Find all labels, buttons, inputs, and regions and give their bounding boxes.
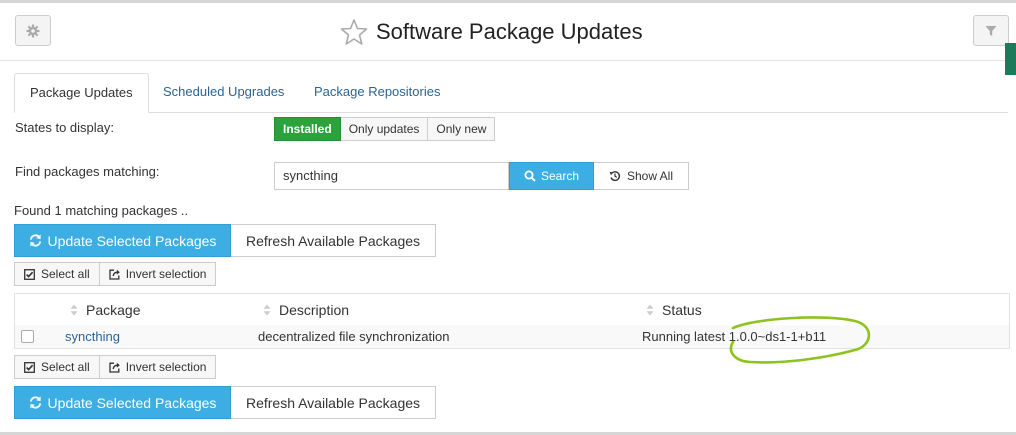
bottom-action-group: Update Selected Packages Refresh Availab…	[14, 386, 436, 419]
bottom-selection-group: Select all Invert selection	[14, 355, 217, 379]
module-config-button[interactable]	[15, 15, 51, 46]
update-selected-label: Update Selected Packages	[47, 394, 217, 411]
highlight-annotation	[729, 316, 871, 364]
package-description: decentralized file synchronization	[258, 329, 450, 344]
search-icon	[524, 170, 536, 182]
column-header-status[interactable]: Status	[646, 294, 702, 325]
states-label: States to display:	[15, 120, 114, 135]
tab-package-repositories[interactable]: Package Repositories	[299, 73, 455, 112]
show-all-label: Show All	[626, 169, 674, 183]
column-label-package: Package	[86, 301, 141, 318]
share-square-icon	[109, 362, 120, 373]
column-label-status: Status	[662, 301, 702, 318]
checkbox-checked-icon	[24, 268, 35, 280]
state-only-new-button[interactable]: Only new	[428, 117, 496, 141]
refresh-available-button-bottom[interactable]: Refresh Available Packages	[231, 386, 436, 419]
update-selected-label: Update Selected Packages	[47, 232, 217, 249]
sort-icon	[263, 304, 271, 315]
refresh-icon	[29, 396, 41, 409]
refresh-available-button[interactable]: Refresh Available Packages	[231, 224, 436, 257]
invert-selection-button[interactable]: Invert selection	[99, 262, 217, 286]
row-checkbox[interactable]	[21, 330, 34, 343]
invert-selection-button-bottom[interactable]: Invert selection	[99, 355, 217, 379]
share-square-icon	[109, 269, 120, 280]
states-toggle-group: Installed Only updates Only new	[274, 117, 496, 141]
history-icon	[609, 171, 621, 182]
invert-selection-label: Invert selection	[125, 267, 207, 281]
page-header: Software Package Updates	[0, 3, 1016, 61]
column-label-description: Description	[279, 301, 350, 318]
search-button-label: Search	[540, 169, 580, 183]
filter-icon	[985, 25, 997, 36]
top-selection-group: Select all Invert selection	[14, 262, 217, 286]
package-name-link[interactable]: syncthing	[65, 325, 120, 348]
column-header-description[interactable]: Description	[263, 294, 349, 325]
state-installed-button[interactable]: Installed	[274, 117, 341, 141]
tab-scheduled-upgrades[interactable]: Scheduled Upgrades	[148, 73, 299, 112]
find-label: Find packages matching:	[15, 164, 160, 179]
select-all-button-bottom[interactable]: Select all	[14, 355, 100, 379]
side-panel-tab[interactable]	[1005, 43, 1016, 75]
result-count-text: Found 1 matching packages ..	[14, 203, 189, 218]
select-all-button[interactable]: Select all	[14, 262, 100, 286]
filter-button[interactable]	[973, 15, 1009, 46]
invert-selection-label: Invert selection	[125, 360, 207, 374]
star-icon[interactable]	[340, 18, 368, 46]
column-header-package[interactable]: Package	[70, 294, 140, 325]
title-area: Software Package Updates	[340, 16, 643, 48]
state-only-updates-button[interactable]: Only updates	[340, 117, 429, 141]
gear-icon	[26, 24, 40, 37]
tab-package-updates[interactable]: Package Updates	[14, 73, 149, 113]
sort-icon	[646, 304, 654, 315]
sort-icon	[70, 304, 78, 315]
page-title: Software Package Updates	[376, 19, 643, 44]
search-button[interactable]: Search	[509, 162, 594, 190]
show-all-button[interactable]: Show All	[594, 162, 689, 190]
select-all-label: Select all	[41, 360, 90, 374]
search-input[interactable]: syncthing	[274, 162, 509, 190]
select-all-label: Select all	[41, 267, 90, 281]
top-action-group: Update Selected Packages Refresh Availab…	[14, 224, 436, 257]
checkbox-checked-icon	[24, 361, 35, 373]
update-selected-button-bottom[interactable]: Update Selected Packages	[14, 386, 231, 419]
tab-bar: Package Updates Scheduled Upgrades Packa…	[14, 73, 1008, 113]
refresh-icon	[29, 234, 41, 247]
update-selected-button[interactable]: Update Selected Packages	[14, 224, 231, 257]
